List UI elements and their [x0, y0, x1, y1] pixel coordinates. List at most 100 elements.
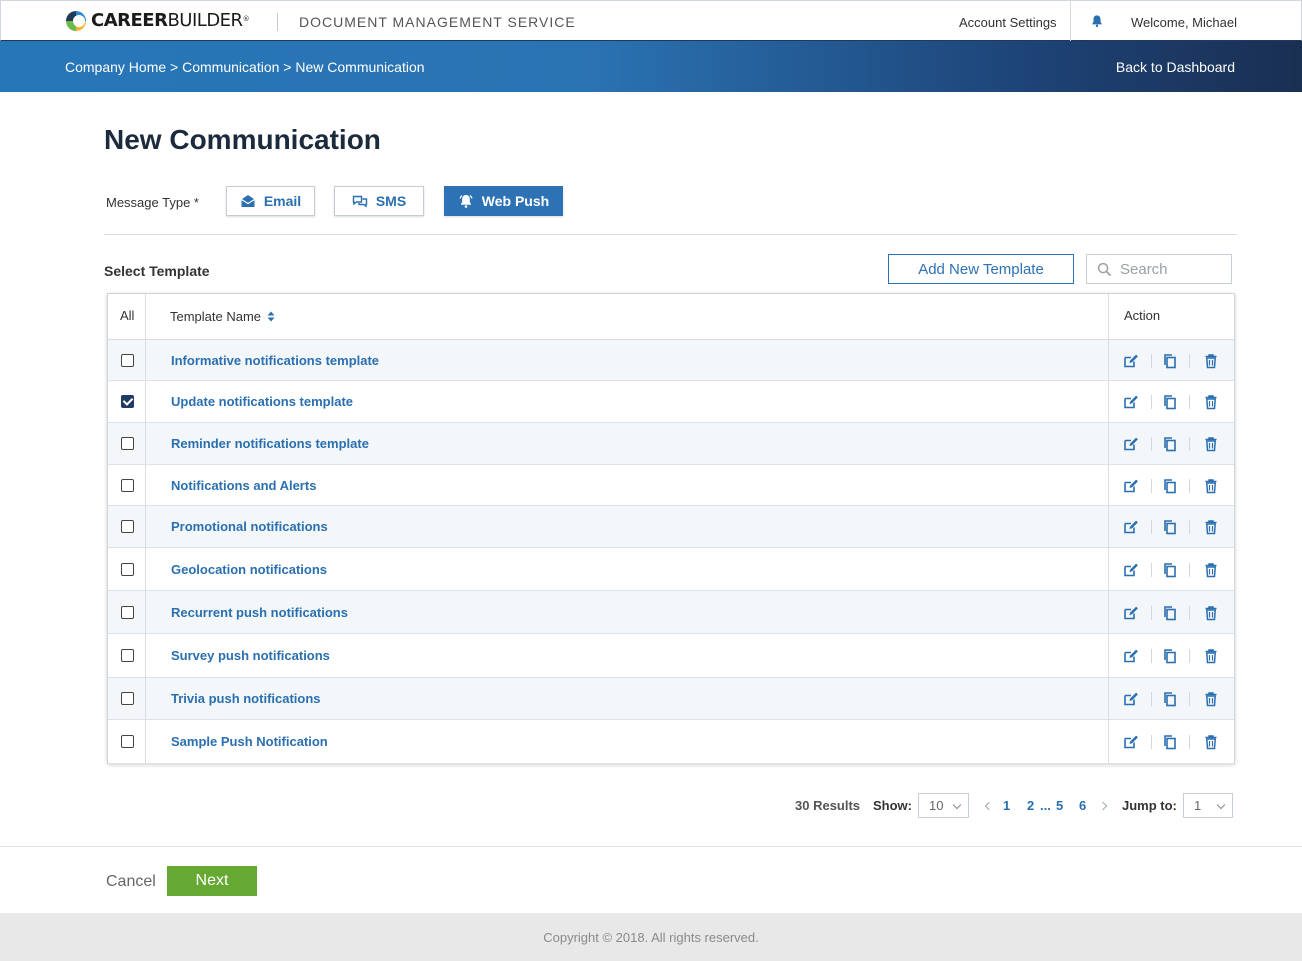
edit-icon[interactable]	[1123, 691, 1139, 707]
back-to-dashboard-link[interactable]: Back to Dashboard	[1116, 59, 1235, 75]
cancel-button[interactable]: Cancel	[106, 873, 156, 891]
row-checkbox[interactable]	[121, 563, 134, 576]
copy-icon[interactable]	[1162, 734, 1178, 750]
trash-icon[interactable]	[1203, 562, 1219, 578]
table-row: Recurrent push notifications	[108, 591, 1234, 634]
breadcrumb-company-home[interactable]: Company Home	[65, 59, 166, 75]
action-separator	[1189, 735, 1190, 749]
careerbuilder-logo[interactable]: CAREERBUILDER®	[66, 10, 250, 31]
logo-text: CAREERBUILDER®	[91, 10, 250, 31]
template-name-link[interactable]: Sample Push Notification	[171, 734, 328, 749]
breadcrumb-separator: >	[170, 59, 179, 75]
header-divider	[277, 13, 278, 31]
template-name-link[interactable]: Reminder notifications template	[171, 436, 369, 451]
template-name-link[interactable]: Recurrent push notifications	[171, 605, 348, 620]
action-separator	[1189, 395, 1190, 409]
table-header: All Template Name Action	[108, 294, 1234, 340]
breadcrumb: Company Home > Communication > New Commu…	[65, 59, 425, 75]
template-name-link[interactable]: Promotional notifications	[171, 519, 328, 534]
trash-icon[interactable]	[1203, 691, 1219, 707]
copy-icon[interactable]	[1162, 519, 1178, 535]
show-label: Show:	[873, 798, 912, 813]
action-separator	[1151, 606, 1152, 620]
row-checkbox[interactable]	[121, 649, 134, 662]
header-separator	[1070, 1, 1071, 41]
results-count: 30 Results	[795, 798, 861, 813]
prev-page-icon[interactable]	[984, 801, 994, 811]
table-row: Notifications and Alerts	[108, 465, 1234, 506]
copy-icon[interactable]	[1162, 478, 1178, 494]
sms-type-label: SMS	[375, 193, 407, 209]
page-2[interactable]: 2	[1027, 798, 1034, 813]
copy-icon[interactable]	[1162, 353, 1178, 369]
page-1[interactable]: 1	[1003, 798, 1010, 813]
template-name-link[interactable]: Trivia push notifications	[171, 691, 321, 706]
copy-icon[interactable]	[1162, 394, 1178, 410]
action-header: Action	[1124, 308, 1161, 323]
edit-icon[interactable]	[1123, 648, 1139, 664]
row-checkbox[interactable]	[121, 354, 134, 367]
edit-icon[interactable]	[1123, 353, 1139, 369]
page-5[interactable]: 5	[1056, 798, 1063, 813]
trash-icon[interactable]	[1203, 394, 1219, 410]
template-name-link[interactable]: Geolocation notifications	[171, 562, 327, 577]
select-all-header[interactable]: All	[120, 308, 134, 323]
row-checkbox[interactable]	[121, 437, 134, 450]
template-name-link[interactable]: Update notifications template	[171, 394, 353, 409]
chat-bubbles-icon	[352, 195, 368, 208]
trash-icon[interactable]	[1203, 436, 1219, 452]
sms-type-button[interactable]: SMS	[334, 186, 424, 216]
row-checkbox[interactable]	[121, 606, 134, 619]
edit-icon[interactable]	[1123, 519, 1139, 535]
footer-divider	[0, 846, 1302, 847]
page-size-value: 10	[929, 798, 944, 813]
edit-icon[interactable]	[1123, 562, 1139, 578]
page-6[interactable]: 6	[1079, 798, 1086, 813]
pagination: 30 Results Show: 10 1 2 ... 5 6 Jump to:…	[0, 793, 1302, 819]
edit-icon[interactable]	[1123, 478, 1139, 494]
trash-icon[interactable]	[1203, 478, 1219, 494]
table-row: Reminder notifications template	[108, 423, 1234, 465]
row-checkbox[interactable]	[121, 520, 134, 533]
edit-icon[interactable]	[1123, 605, 1139, 621]
trash-icon[interactable]	[1203, 605, 1219, 621]
row-checkbox[interactable]	[121, 395, 134, 408]
copy-icon[interactable]	[1162, 562, 1178, 578]
trash-icon[interactable]	[1203, 353, 1219, 369]
page-size-select[interactable]: 10	[918, 793, 969, 818]
next-page-icon[interactable]	[1098, 801, 1108, 811]
table-row: Informative notifications template	[108, 340, 1234, 381]
jump-to-select[interactable]: 1	[1183, 793, 1233, 818]
copy-icon[interactable]	[1162, 605, 1178, 621]
breadcrumb-communication[interactable]: Communication	[182, 59, 279, 75]
template-name-link[interactable]: Survey push notifications	[171, 648, 330, 663]
trash-icon[interactable]	[1203, 648, 1219, 664]
bell-icon[interactable]	[1090, 14, 1104, 28]
add-new-template-button[interactable]: Add New Template	[888, 254, 1074, 284]
edit-icon[interactable]	[1123, 436, 1139, 452]
template-name-header[interactable]: Template Name	[170, 309, 275, 324]
search-input[interactable]	[1120, 260, 1220, 278]
template-name-link[interactable]: Notifications and Alerts	[171, 478, 316, 493]
copy-icon[interactable]	[1162, 648, 1178, 664]
row-checkbox[interactable]	[121, 735, 134, 748]
row-checkbox[interactable]	[121, 692, 134, 705]
sort-icon[interactable]	[267, 311, 275, 322]
trash-icon[interactable]	[1203, 734, 1219, 750]
web-push-type-button[interactable]: Web Push	[444, 186, 563, 216]
action-separator	[1151, 520, 1152, 534]
trash-icon[interactable]	[1203, 519, 1219, 535]
edit-icon[interactable]	[1123, 394, 1139, 410]
copy-icon[interactable]	[1162, 691, 1178, 707]
email-type-button[interactable]: Email	[226, 186, 315, 216]
page-ellipsis: ...	[1040, 798, 1051, 813]
next-button[interactable]: Next	[167, 866, 257, 896]
copy-icon[interactable]	[1162, 436, 1178, 452]
edit-icon[interactable]	[1123, 734, 1139, 750]
template-name-link[interactable]: Informative notifications template	[171, 353, 379, 368]
row-checkbox[interactable]	[121, 479, 134, 492]
app-name: DOCUMENT MANAGEMENT SERVICE	[299, 14, 576, 30]
action-separator	[1189, 354, 1190, 368]
account-settings-link[interactable]: Account Settings	[959, 15, 1057, 30]
welcome-user[interactable]: Welcome, Michael	[1131, 15, 1237, 30]
